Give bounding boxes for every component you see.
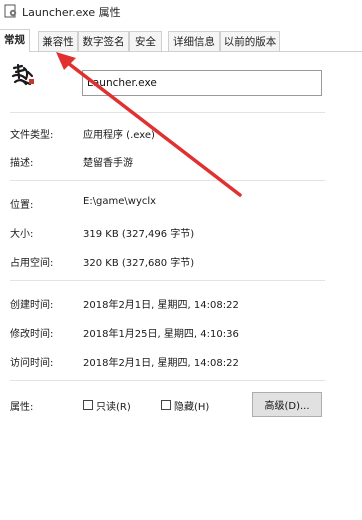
created-value: 2018年2月1日, 星期四, 14:08:22: [83, 300, 239, 311]
created-label: 创建时间:: [10, 300, 54, 311]
description-label: 描述:: [10, 158, 34, 169]
divider: [10, 112, 325, 113]
tab-digital-signatures[interactable]: 数字签名: [78, 31, 129, 51]
size-on-disk-value: 320 KB (327,680 字节): [83, 258, 195, 269]
hidden-checkbox[interactable]: [161, 400, 171, 410]
accessed-value: 2018年2月1日, 星期四, 14:08:22: [83, 358, 239, 369]
file-type-label: 文件类型:: [10, 130, 54, 141]
file-name-input[interactable]: [82, 70, 322, 96]
divider: [10, 280, 325, 281]
calligraphy-app-icon: [11, 63, 34, 86]
tab-compatibility[interactable]: 兼容性: [38, 31, 78, 51]
description-value: 楚留香手游: [83, 158, 133, 169]
attributes-label: 属性:: [10, 402, 34, 413]
tab-security[interactable]: 安全: [129, 31, 162, 51]
advanced-button[interactable]: 高级(D)...: [252, 392, 322, 417]
title-bar: Launcher.exe 属性: [0, 0, 362, 24]
hidden-label[interactable]: 隐藏(H): [174, 398, 209, 413]
accessed-label: 访问时间:: [10, 358, 54, 369]
modified-value: 2018年1月25日, 星期四, 4:10:36: [83, 329, 239, 340]
size-value: 319 KB (327,496 字节): [83, 229, 195, 240]
location-label: 位置:: [10, 200, 34, 211]
tab-previous-versions[interactable]: 以前的版本: [220, 31, 280, 51]
file-type-value: 应用程序 (.exe): [83, 130, 155, 141]
window-title: Launcher.exe 属性: [22, 6, 121, 19]
modified-label: 修改时间:: [10, 329, 54, 340]
size-label: 大小:: [10, 229, 34, 240]
divider: [10, 380, 325, 381]
divider: [10, 180, 325, 181]
location-value: E:\game\wyclx: [83, 196, 157, 207]
gear-document-icon: [4, 4, 17, 18]
readonly-checkbox[interactable]: [83, 400, 93, 410]
size-on-disk-label: 占用空间:: [10, 258, 54, 269]
readonly-label[interactable]: 只读(R): [96, 398, 131, 413]
tab-general[interactable]: 常规: [0, 29, 30, 52]
tab-details[interactable]: 详细信息: [168, 31, 220, 51]
